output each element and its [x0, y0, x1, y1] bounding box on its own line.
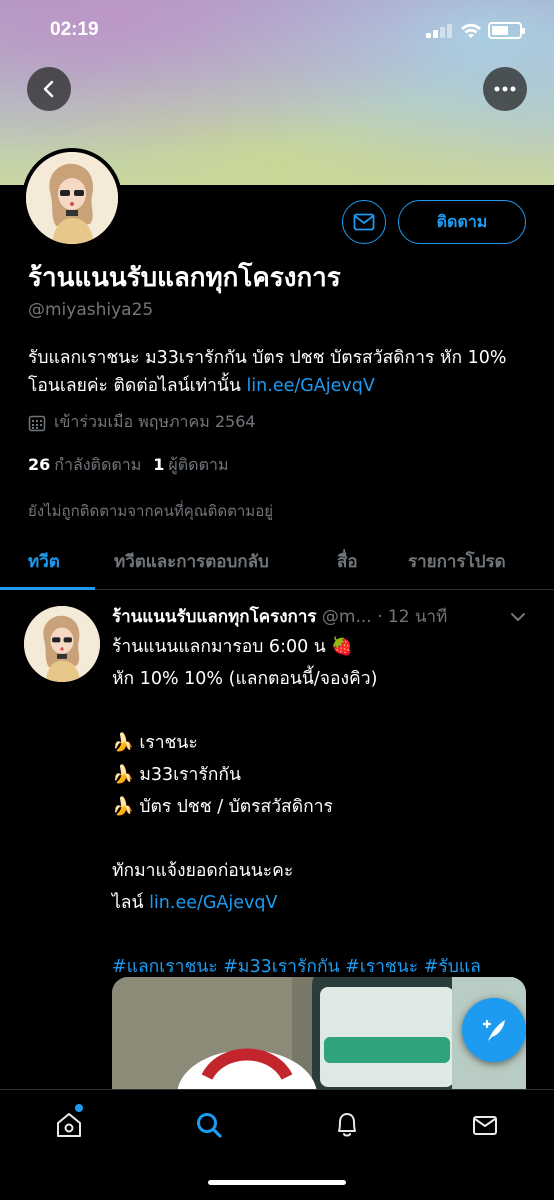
message-button[interactable]	[342, 200, 386, 244]
status-time: 02:19	[50, 19, 99, 40]
tweet-list-item: 🍌 บัตร ปชช / บัตรสวัสดิการ	[112, 797, 333, 817]
profile-page: 02:19 ติดตาม ร้านแนนรับแลกทุกโครงการ @mi…	[0, 0, 554, 1200]
active-tab-indicator	[0, 587, 95, 590]
more-options-button[interactable]	[483, 67, 527, 111]
bio-link[interactable]: lin.ee/GAjevqV	[246, 376, 374, 396]
avatar-illustration	[26, 152, 118, 244]
avatar-illustration	[24, 606, 100, 682]
envelope-icon	[353, 213, 375, 231]
notification-dot	[75, 1104, 83, 1112]
calendar-icon	[28, 415, 46, 431]
tweet-list-item: 🍌 เราชนะ	[112, 733, 198, 753]
tweet-author-name[interactable]: ร้านแนนรับแลกทุกโครงการ	[112, 607, 317, 627]
followers-count: 1	[153, 455, 165, 474]
tab-likes[interactable]: รายการโปรด	[408, 548, 506, 575]
status-bar: 02:19	[0, 0, 554, 60]
nav-messages[interactable]	[465, 1108, 505, 1142]
search-icon	[197, 1113, 222, 1138]
envelope-icon	[473, 1116, 497, 1135]
profile-handle: @miyashiya25	[28, 300, 154, 320]
followers-label: ผู้ติดตาม	[168, 455, 229, 474]
tweet-line: ทักมาแจ้งยอดก่อนนะคะ	[112, 861, 294, 881]
tweet-link[interactable]: lin.ee/GAjevqV	[149, 893, 277, 913]
tab-tweets[interactable]: ทวีต	[28, 548, 60, 575]
joined-text: เข้าร่วมเมือ พฤษภาคม 2564	[54, 412, 256, 431]
compose-tweet-button[interactable]	[462, 998, 526, 1062]
nav-search[interactable]	[189, 1108, 229, 1142]
tweet-line: ไลน์ lin.ee/GAjevqV	[112, 887, 532, 919]
tab-tweets-replies[interactable]: ทวีตและการตอบกลับ	[114, 548, 269, 575]
tweet-list-item: 🍌 ม33เรารักกัน	[112, 765, 241, 785]
home-icon	[57, 1113, 81, 1137]
nav-notifications[interactable]	[327, 1108, 367, 1142]
tweet-header: ร้านแนนรับแลกทุกโครงการ @m... · 12 นาที	[112, 603, 532, 630]
bell-icon	[338, 1113, 356, 1137]
tweet-meta: @m... · 12 นาที	[316, 607, 448, 627]
wifi-icon	[461, 23, 481, 38]
compose-tweet-icon	[482, 1019, 505, 1041]
profile-avatar[interactable]	[22, 148, 122, 248]
cellular-signal-icon	[426, 24, 454, 38]
battery-icon	[488, 22, 525, 39]
more-horizontal-icon	[494, 86, 516, 92]
chevron-left-icon	[43, 80, 54, 98]
tweet-avatar[interactable]	[24, 606, 100, 682]
following-label: กำลังติดตาม	[54, 455, 142, 474]
home-indicator[interactable]	[208, 1180, 346, 1185]
back-button[interactable]	[27, 67, 71, 111]
profile-display-name: ร้านแนนรับแลกทุกโครงการ	[28, 263, 341, 293]
profile-bio: รับแลกเราชนะ ม33เรารักกัน บัตร ปชช บัตรส…	[28, 344, 528, 400]
nav-home[interactable]	[49, 1104, 89, 1142]
following-link[interactable]: 26 กำลังติดตาม	[28, 453, 141, 478]
profile-tabs: ทวีต ทวีตและการตอบกลับ สื่อ รายการโปรด	[0, 540, 554, 590]
tweet-line: หัก 10% 10% (แลกตอนนี้/จองคิว)	[112, 669, 378, 689]
joined-date: เข้าร่วมเมือ พฤษภาคม 2564	[28, 410, 256, 435]
follow-button[interactable]: ติดตาม	[398, 200, 526, 244]
chevron-down-icon[interactable]	[507, 606, 529, 628]
tweet-line: ร้านแนนแลกมารอบ 6:00 น 🍓	[112, 637, 354, 657]
tweet-line-prefix: ไลน์	[112, 893, 150, 913]
not-followed-note: ยังไม่ถูกติดตามจากคนที่คุณติดตามอยู่	[28, 502, 273, 520]
following-count: 26	[28, 455, 51, 474]
follow-counts: 26 กำลังติดตาม 1 ผู้ติดตาม	[28, 453, 228, 478]
tab-media[interactable]: สื่อ	[337, 548, 358, 575]
followers-link[interactable]: 1 ผู้ติดตาม	[153, 453, 228, 478]
